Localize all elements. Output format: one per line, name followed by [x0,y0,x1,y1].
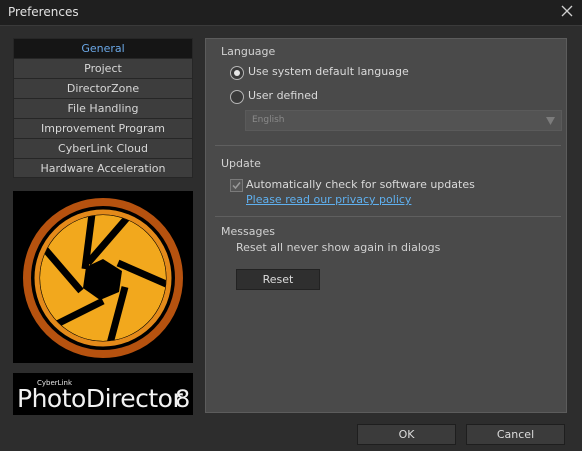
messages-description: Reset all never show again in dialogs [236,241,441,254]
nav-item-improvement-program[interactable]: Improvement Program [13,118,193,138]
section-divider [215,145,561,146]
nav-item-hardware-acceleration[interactable]: Hardware Acceleration [13,158,193,178]
title-bar: Preferences [0,0,582,26]
privacy-policy-link[interactable]: Please read our privacy policy [246,193,411,206]
aperture-logo [13,191,193,363]
nav-item-directorzone[interactable]: DirectorZone [13,78,193,98]
language-select-value: English [252,115,285,125]
language-select[interactable]: English [245,110,562,131]
close-icon [561,5,573,17]
brand-version: 8 [175,385,191,413]
chevron-down-icon [546,117,555,125]
general-settings-panel: Language Use system default language Use… [205,38,567,413]
radio-button-selected[interactable] [230,66,244,80]
reset-button[interactable]: Reset [236,269,320,290]
radio-button[interactable] [230,90,244,104]
nav-item-file-handling[interactable]: File Handling [13,98,193,118]
close-button[interactable] [556,2,578,22]
language-heading: Language [221,45,276,58]
auto-update-checkbox[interactable] [230,179,243,192]
window-title: Preferences [8,5,79,19]
section-divider [215,216,561,217]
aperture-logo-icon [23,198,183,358]
auto-update-label: Automatically check for software updates [246,178,475,191]
brand-product-name: PhotoDirector [17,384,183,413]
cancel-button[interactable]: Cancel [466,424,565,445]
ok-button[interactable]: OK [357,424,456,445]
product-brand: CyberLink PhotoDirector 8 [13,373,193,415]
nav-item-general[interactable]: General [13,38,193,58]
checkmark-icon [232,182,241,190]
radio-system-default-label: Use system default language [248,65,409,78]
nav-item-cyberlink-cloud[interactable]: CyberLink Cloud [13,138,193,158]
messages-heading: Messages [221,225,275,238]
update-heading: Update [221,157,261,170]
preferences-nav: General Project DirectorZone File Handli… [13,38,193,178]
nav-item-project[interactable]: Project [13,58,193,78]
radio-user-defined-label: User defined [248,89,318,102]
